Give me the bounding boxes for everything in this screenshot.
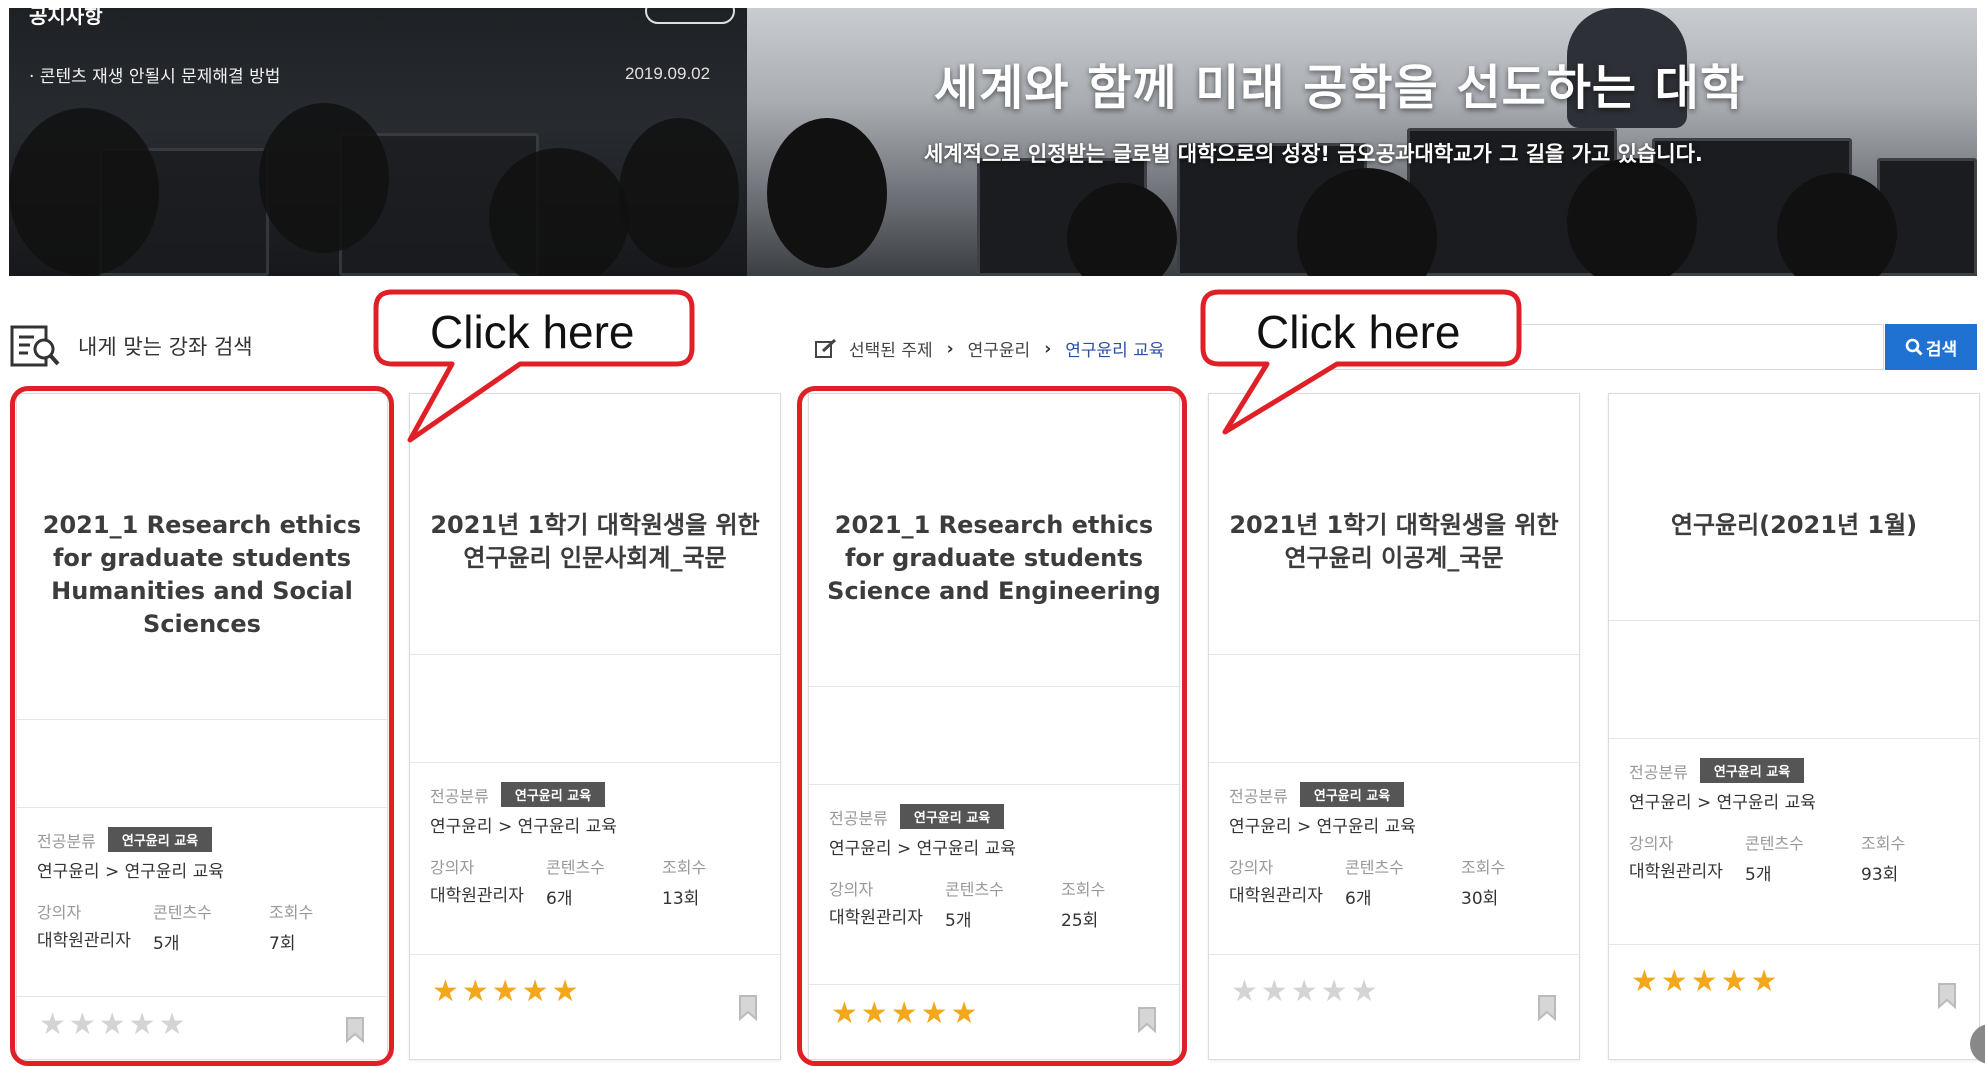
highlight-box	[10, 386, 394, 1066]
notice-panel	[9, 8, 747, 276]
contents-value: 6개	[1345, 889, 1372, 909]
instructor-label: 강의자	[1629, 834, 1674, 853]
views-value: 93회	[1861, 865, 1899, 885]
callout-label: Click here	[1256, 306, 1461, 358]
course-title[interactable]: 2021년 1학기 대학원생을 위한 연구윤리 인문사회계_국문	[410, 509, 780, 575]
meta-values: 대학원관리자 5개 93회	[1629, 860, 1969, 885]
category-label: 전공분류	[430, 786, 489, 806]
edit-icon	[815, 338, 837, 358]
category-path: 연구윤리 > 연구윤리 교육	[1629, 793, 1816, 813]
contents-label: 콘텐츠수	[1745, 834, 1804, 853]
search-button-label: 검색	[1925, 339, 1958, 360]
meta-values: 대학원관리자 6개 13회	[430, 884, 770, 909]
search-button[interactable]: 검색	[1885, 324, 1977, 370]
meta-header: 강의자 콘텐츠수 조회수	[1229, 854, 1569, 878]
contents-label: 콘텐츠수	[546, 858, 605, 877]
banner-subheadline: 세계적으로 인정받는 글로벌 대학으로의 성장! 금오공과대학교가 그 길을 가…	[924, 142, 1703, 166]
chevron-right-icon: ›	[1044, 338, 1052, 359]
breadcrumb-level2[interactable]: 연구윤리 교육	[1065, 336, 1164, 361]
notice-item-link[interactable]: · 콘텐츠 재생 안될시 문제해결 방법	[29, 62, 280, 87]
category-row: 전공분류 연구윤리 교육	[1629, 758, 1805, 783]
course-card[interactable]: 2021년 1학기 대학원생을 위한 연구윤리 이공계_국문 전공분류 연구윤리…	[1208, 393, 1580, 1060]
magnifier-icon	[1905, 338, 1923, 356]
category-path: 연구윤리 > 연구윤리 교육	[430, 817, 617, 837]
rating-stars[interactable]: ★★★★★	[1231, 974, 1380, 1009]
course-search-label: 내게 맞는 강좌 검색	[10, 323, 253, 369]
course-card[interactable]: 연구윤리(2021년 1월) 전공분류 연구윤리 교육 연구윤리 > 연구윤리 …	[1608, 393, 1980, 1060]
contents-label: 콘텐츠수	[1345, 858, 1404, 877]
category-badge: 연구윤리 교육	[1699, 758, 1805, 783]
meta-header: 강의자 콘텐츠수 조회수	[1629, 830, 1969, 854]
rating-stars[interactable]: ★★★★★	[432, 974, 581, 1009]
chevron-right-icon: ›	[946, 338, 954, 359]
views-value: 13회	[662, 889, 700, 909]
course-card[interactable]: 2021년 1학기 대학원생을 위한 연구윤리 인문사회계_국문 전공분류 연구…	[409, 393, 781, 1060]
views-label: 조회수	[1861, 834, 1906, 853]
rating-stars[interactable]: ★★★★★	[1631, 964, 1780, 999]
bookmark-icon[interactable]	[738, 994, 758, 1021]
notice-title: 공지사항	[29, 8, 103, 28]
category-row: 전공분류 연구윤리 교육	[430, 782, 606, 807]
course-search-title: 내게 맞는 강좌 검색	[78, 335, 253, 359]
category-badge: 연구윤리 교육	[1299, 782, 1405, 807]
highlight-box	[797, 386, 1187, 1066]
category-path: 연구윤리 > 연구윤리 교육	[1229, 817, 1416, 837]
breadcrumb: 선택된 주제 › 연구윤리 › 연구윤리 교육	[815, 336, 1164, 361]
bookmark-icon[interactable]	[1537, 994, 1557, 1021]
views-value: 30회	[1461, 889, 1499, 909]
search-document-icon	[10, 323, 62, 369]
course-title[interactable]: 2021년 1학기 대학원생을 위한 연구윤리 이공계_국문	[1209, 509, 1579, 575]
instructor-value: 대학원관리자	[430, 886, 524, 906]
meta-values: 대학원관리자 6개 30회	[1229, 884, 1569, 909]
page: 공지사항 · 콘텐츠 재생 안될시 문제해결 방법 2019.09.02 세계와…	[0, 0, 1985, 1069]
contents-value: 6개	[546, 889, 573, 909]
banner-headline: 세계와 함께 미래 공학을 선도하는 대학	[934, 60, 1746, 116]
course-title[interactable]: 연구윤리(2021년 1월)	[1609, 509, 1979, 542]
hero-banner: 공지사항 · 콘텐츠 재생 안될시 문제해결 방법 2019.09.02 세계와…	[9, 8, 1977, 276]
instructor-label: 강의자	[1229, 858, 1274, 877]
category-label: 전공분류	[1229, 786, 1288, 806]
category-label: 전공분류	[1629, 762, 1688, 782]
views-label: 조회수	[1461, 858, 1506, 877]
bookmark-icon[interactable]	[1937, 982, 1957, 1009]
category-badge: 연구윤리 교육	[500, 782, 606, 807]
instructor-value: 대학원관리자	[1229, 886, 1323, 906]
instructor-value: 대학원관리자	[1629, 862, 1723, 882]
breadcrumb-selected-label: 선택된 주제	[849, 341, 933, 361]
category-row: 전공분류 연구윤리 교육	[1229, 782, 1405, 807]
meta-header: 강의자 콘텐츠수 조회수	[430, 854, 770, 878]
callout-label: Click here	[430, 306, 635, 358]
instructor-label: 강의자	[430, 858, 475, 877]
notice-more-button[interactable]	[645, 8, 735, 24]
breadcrumb-level1[interactable]: 연구윤리	[968, 336, 1031, 361]
notice-date: 2019.09.02	[625, 64, 711, 83]
views-label: 조회수	[662, 858, 707, 877]
contents-value: 5개	[1745, 865, 1772, 885]
